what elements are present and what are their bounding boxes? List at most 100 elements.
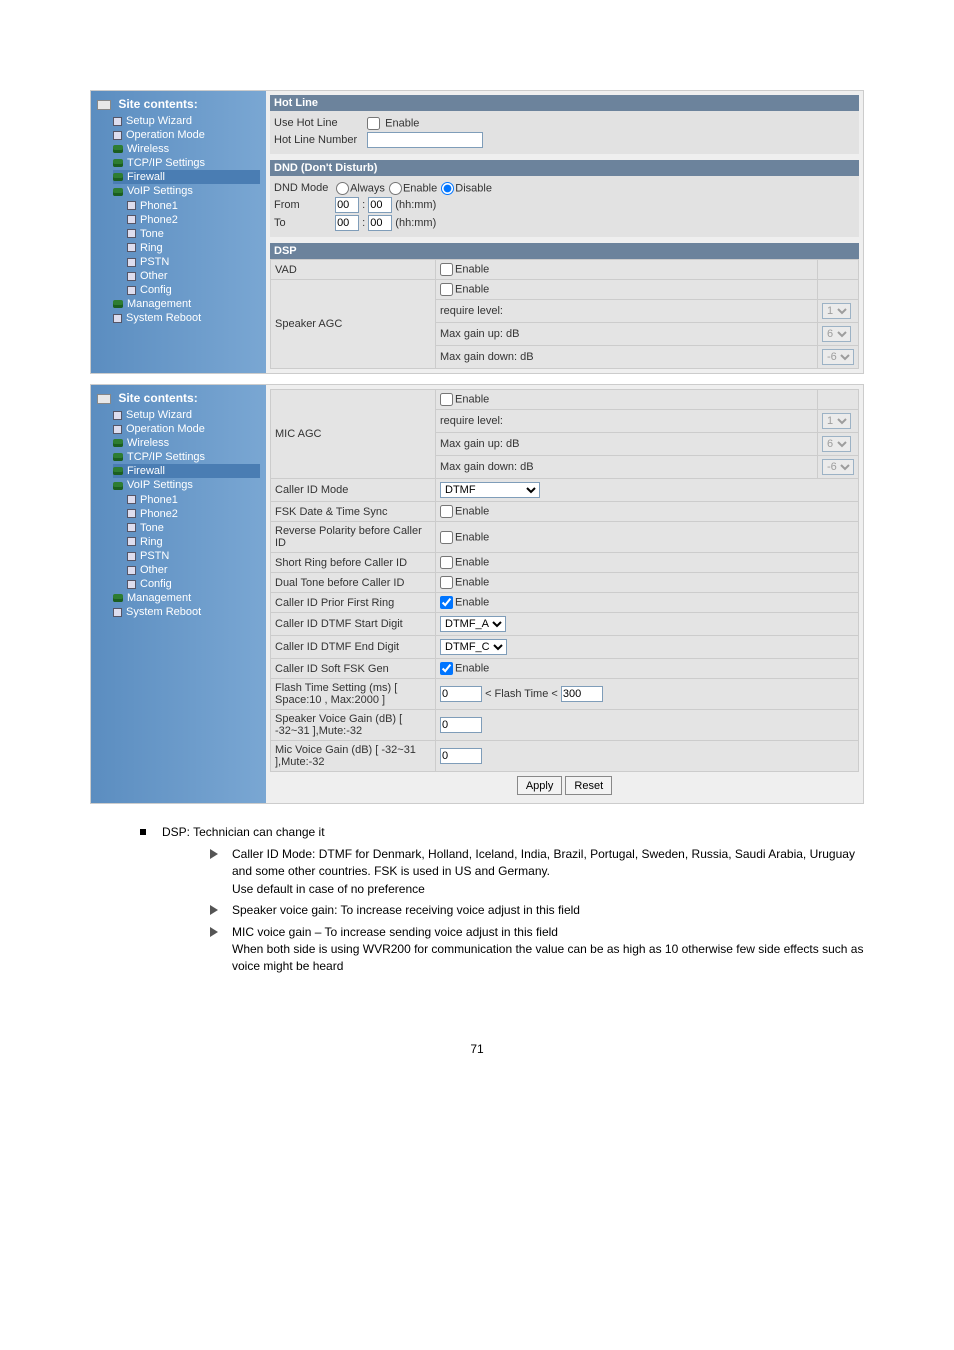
sidebar-item-label: Config <box>140 284 172 296</box>
flash-hi-input[interactable] <box>561 686 603 702</box>
sidebar-item-label: Operation Mode <box>126 129 205 141</box>
sidebar-item-system-reboot[interactable]: System Reboot <box>113 605 260 619</box>
dnd-to-hh[interactable] <box>335 215 359 231</box>
sidebar-item-setup-wizard[interactable]: Setup Wizard <box>113 114 260 128</box>
spk-max-down-select[interactable]: -6 <box>822 349 854 365</box>
vad-checkbox[interactable] <box>440 263 453 276</box>
sidebar-item-operation-mode[interactable]: Operation Mode <box>113 422 260 436</box>
spk-agc-enable-checkbox[interactable] <box>440 283 453 296</box>
dnd-disable-radio[interactable] <box>441 182 454 195</box>
sidebar-item-config[interactable]: Config <box>127 283 260 297</box>
cid-mode-select[interactable]: DTMF <box>440 482 540 498</box>
spk-gain-input[interactable] <box>440 717 482 733</box>
flash-label: Flash Time Setting (ms) [ Space:10 , Max… <box>271 679 436 710</box>
sidebar-item-pstn[interactable]: PSTN <box>127 255 260 269</box>
cid-start-select[interactable]: DTMF_A <box>440 616 506 632</box>
use-hotline-checkbox[interactable] <box>367 117 380 130</box>
sidebar-item-setup-wizard[interactable]: Setup Wizard <box>113 408 260 422</box>
spk-req-level-select[interactable]: 1 <box>822 303 851 319</box>
mic-req-level-label: require level: <box>436 410 818 433</box>
folder-icon <box>113 482 123 490</box>
sidebar-item-operation-mode[interactable]: Operation Mode <box>113 128 260 142</box>
sidebar-item-pstn[interactable]: PSTN <box>127 549 260 563</box>
folder-icon <box>113 188 123 196</box>
fsk-dt-label: FSK Date & Time Sync <box>271 502 436 522</box>
mic-req-level-select[interactable]: 1 <box>822 413 851 429</box>
mic-agc-enable-checkbox[interactable] <box>440 393 453 406</box>
dnd-disable-label: Disable <box>455 182 492 194</box>
hotline-number-input[interactable] <box>367 132 483 148</box>
dual-tone-enable-text: Enable <box>455 576 489 588</box>
dnd-to-fmt: (hh:mm) <box>395 217 436 229</box>
hotline-body: Use Hot Line Enable Hot Line Number <box>270 111 859 154</box>
mic-max-down-select[interactable]: -6 <box>822 459 854 475</box>
page-icon <box>127 495 136 504</box>
page-icon <box>127 552 136 561</box>
dnd-from-mm[interactable] <box>368 197 392 213</box>
mic-gain-input[interactable] <box>440 748 482 764</box>
sidebar-item-label: PSTN <box>140 550 169 562</box>
dnd-always-radio[interactable] <box>336 182 349 195</box>
sidebar-item-ring[interactable]: Ring <box>127 241 260 255</box>
dnd-from-label: From <box>274 199 332 211</box>
sidebar-item-management[interactable]: Management <box>113 297 260 311</box>
sidebar-item-management[interactable]: Management <box>113 591 260 605</box>
sidebar-item-voip-settings[interactable]: VoIP Settings <box>113 478 260 492</box>
sidebar-item-phone2[interactable]: Phone2 <box>127 507 260 521</box>
page-icon <box>113 425 122 434</box>
sidebar-item-label: Operation Mode <box>126 423 205 435</box>
sidebar-item-phone2[interactable]: Phone2 <box>127 213 260 227</box>
fsk-dt-checkbox[interactable] <box>440 505 453 518</box>
sidebar-item-system-reboot[interactable]: System Reboot <box>113 311 260 325</box>
dnd-from-hh[interactable] <box>335 197 359 213</box>
cid-prior-checkbox[interactable] <box>440 596 453 609</box>
sidebar-item-label: Other <box>140 270 168 282</box>
dnd-always-label: Always <box>350 182 385 194</box>
mic-max-down-label: Max gain down: dB <box>436 456 818 479</box>
sidebar-item-tcp-ip-settings[interactable]: TCP/IP Settings <box>113 156 260 170</box>
dnd-to-mm[interactable] <box>368 215 392 231</box>
rev-pol-checkbox[interactable] <box>440 531 453 544</box>
sidebar-item-phone1[interactable]: Phone1 <box>127 493 260 507</box>
sidebar-item-wireless[interactable]: Wireless <box>113 142 260 156</box>
folder-icon <box>113 300 123 308</box>
nav-tree: Setup WizardOperation ModeWirelessTCP/IP… <box>103 114 260 325</box>
flash-lo-input[interactable] <box>440 686 482 702</box>
spk-max-down-label: Max gain down: dB <box>436 346 818 369</box>
page-icon <box>113 131 122 140</box>
sidebar-item-voip-settings[interactable]: VoIP Settings <box>113 184 260 198</box>
dnd-to-label: To <box>274 217 332 229</box>
note-mic-gain-b: When both side is using WVR200 for commu… <box>232 941 864 976</box>
apply-button[interactable]: Apply <box>517 776 563 795</box>
sidebar-item-phone1[interactable]: Phone1 <box>127 199 260 213</box>
folder-icon <box>113 439 123 447</box>
sidebar-item-config[interactable]: Config <box>127 577 260 591</box>
cid-soft-checkbox[interactable] <box>440 662 453 675</box>
page-icon <box>127 243 136 252</box>
cid-end-select[interactable]: DTMF_C <box>440 639 507 655</box>
reset-button[interactable]: Reset <box>565 776 612 795</box>
spk-max-up-select[interactable]: 6 <box>822 326 851 342</box>
spk-req-level-label: require level: <box>436 300 818 323</box>
sidebar-item-tone[interactable]: Tone <box>127 521 260 535</box>
dnd-enable-label: Enable <box>403 182 437 194</box>
sidebar-item-tone[interactable]: Tone <box>127 227 260 241</box>
sidebar-item-firewall[interactable]: Firewall <box>113 464 260 478</box>
dsp-header: DSP <box>270 243 859 259</box>
sidebar-item-other[interactable]: Other <box>127 563 260 577</box>
page-icon <box>127 566 136 575</box>
hotline-header: Hot Line <box>270 95 859 111</box>
sidebar-item-label: Firewall <box>127 465 165 477</box>
sidebar-item-wireless[interactable]: Wireless <box>113 436 260 450</box>
sidebar-item-other[interactable]: Other <box>127 269 260 283</box>
dnd-enable-radio[interactable] <box>389 182 402 195</box>
short-ring-checkbox[interactable] <box>440 556 453 569</box>
dnd-mode-label: DND Mode <box>274 182 332 194</box>
page-icon <box>127 258 136 267</box>
sidebar-item-label: Phone2 <box>140 214 178 226</box>
mic-max-up-select[interactable]: 6 <box>822 436 851 452</box>
dual-tone-checkbox[interactable] <box>440 576 453 589</box>
sidebar-item-tcp-ip-settings[interactable]: TCP/IP Settings <box>113 450 260 464</box>
sidebar-item-firewall[interactable]: Firewall <box>113 170 260 184</box>
sidebar-item-ring[interactable]: Ring <box>127 535 260 549</box>
